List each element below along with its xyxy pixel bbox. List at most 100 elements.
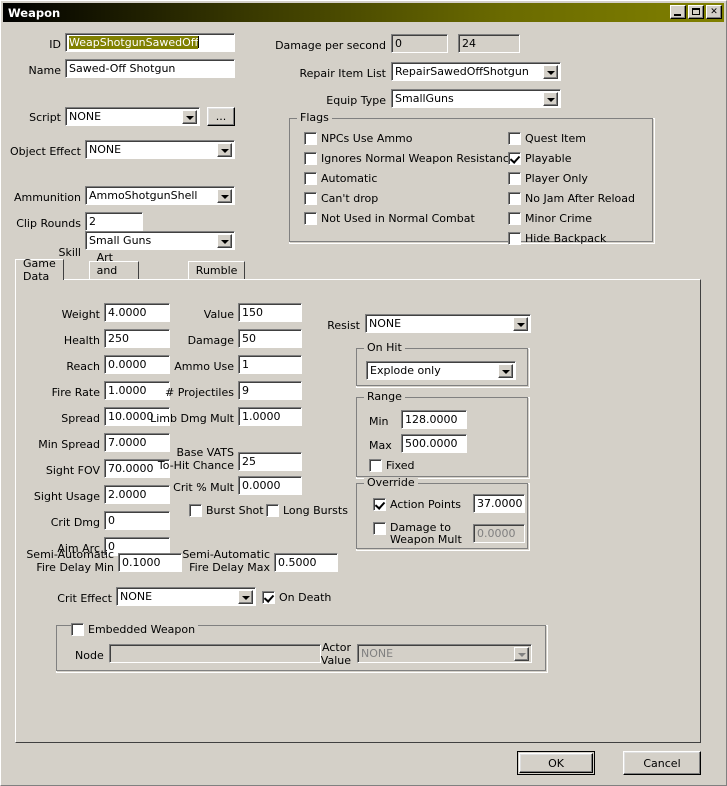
- sight-fov-label: Sight FOV: [45, 464, 100, 477]
- tab-rumble[interactable]: Rumble: [187, 261, 246, 279]
- range-fixed-label: Fixed: [386, 459, 415, 472]
- flags-group: Flags NPCs Use Ammo Ignores Normal Weapon…: [289, 112, 655, 245]
- checkbox-box: [508, 212, 521, 225]
- repair-item-list-dropdown[interactable]: RepairSawedOffShotgun: [391, 62, 561, 81]
- range-min-input[interactable]: 128.0000: [401, 410, 467, 429]
- chevron-down-icon[interactable]: [543, 92, 558, 106]
- burst-shot-checkbox[interactable]: Burst Shot: [189, 504, 264, 517]
- range-max-input[interactable]: 500.0000: [401, 434, 467, 453]
- tab-art-and-sound[interactable]: Art and Sound: [88, 251, 140, 290]
- flag-no-jam-after-reload[interactable]: No Jam After Reload: [508, 192, 635, 205]
- id-input[interactable]: WeapShotgunSawedOff: [65, 33, 235, 52]
- range-fixed-checkbox[interactable]: Fixed: [369, 459, 415, 472]
- object-effect-dropdown[interactable]: NONE: [85, 140, 235, 159]
- damage-to-weapon-mult-checkbox[interactable]: Damage to Weapon Mult: [373, 522, 478, 546]
- flag-npcs-use-ammo[interactable]: NPCs Use Ammo: [304, 132, 413, 145]
- checkbox-box: [71, 623, 84, 636]
- flag-not-used-in-normal-combat[interactable]: Not Used in Normal Combat: [304, 212, 475, 225]
- checkbox-label: No Jam After Reload: [525, 192, 635, 205]
- actor-value-label-line2: Value: [320, 654, 351, 667]
- name-input[interactable]: Sawed-Off Shotgun: [65, 59, 235, 78]
- on-hit-group: On Hit Explode only: [356, 342, 530, 388]
- checkbox-box: [189, 504, 202, 517]
- script-browse-button[interactable]: ...: [207, 107, 235, 126]
- on-death-checkbox[interactable]: On Death: [262, 591, 331, 604]
- resist-label: Resist: [327, 319, 360, 332]
- range-group-title: Range: [364, 391, 405, 403]
- checkbox-box: [508, 192, 521, 205]
- chevron-down-icon[interactable]: [543, 65, 558, 79]
- long-bursts-checkbox[interactable]: Long Bursts: [266, 504, 348, 517]
- ammo-use-input[interactable]: 1: [238, 355, 302, 374]
- on-hit-dropdown[interactable]: Explode only: [366, 361, 516, 380]
- script-dropdown[interactable]: NONE: [65, 107, 200, 126]
- flag-minor-crime[interactable]: Minor Crime: [508, 212, 592, 225]
- reach-label: Reach: [66, 360, 100, 373]
- semi-min-input[interactable]: 0.1000: [118, 553, 182, 572]
- crit-effect-label: Crit Effect: [57, 592, 112, 605]
- text-caret: [198, 36, 200, 48]
- checkbox-label: NPCs Use Ammo: [321, 132, 413, 145]
- chevron-down-icon[interactable]: [182, 110, 197, 124]
- id-input-value: WeapShotgunSawedOff: [69, 36, 199, 49]
- resist-dropdown[interactable]: NONE: [365, 314, 531, 333]
- ok-button[interactable]: OK: [517, 751, 595, 775]
- semi-max-input[interactable]: 0.5000: [274, 553, 338, 572]
- damage-per-second-value-2: 24: [458, 34, 520, 53]
- skill-dropdown[interactable]: Small Guns: [85, 231, 235, 250]
- chevron-down-icon[interactable]: [217, 143, 232, 157]
- burst-shot-label: Burst Shot: [206, 504, 264, 517]
- chevron-down-icon[interactable]: [513, 317, 528, 331]
- value-input[interactable]: 150: [238, 303, 302, 322]
- flag-automatic[interactable]: Automatic: [304, 172, 377, 185]
- action-points-checkbox[interactable]: Action Points: [373, 498, 461, 511]
- checkbox-label: Playable: [525, 152, 572, 165]
- tab-label: Game Data: [23, 257, 56, 283]
- embedded-weapon-checkbox[interactable]: Embedded Weapon: [71, 623, 195, 636]
- chevron-down-icon[interactable]: [498, 364, 513, 378]
- checkbox-box: [266, 504, 279, 517]
- ammunition-dropdown[interactable]: AmmoShotgunShell: [85, 186, 235, 205]
- title-bar[interactable]: Weapon ✕: [3, 3, 724, 22]
- cancel-button-label: Cancel: [643, 756, 681, 770]
- window-controls: ✕: [670, 5, 722, 19]
- ok-button-label: OK: [519, 753, 593, 773]
- projectiles-input[interactable]: 9: [238, 381, 302, 400]
- limb-dmg-mult-input[interactable]: 1.0000: [238, 407, 302, 426]
- actor-value-label-line1: Actor: [322, 641, 351, 654]
- minimize-button[interactable]: [670, 5, 686, 19]
- damage-input[interactable]: 50: [238, 329, 302, 348]
- flag-can-t-drop[interactable]: Can't drop: [304, 192, 378, 205]
- crit-mult-input[interactable]: 0.0000: [238, 476, 302, 495]
- flag-quest-item[interactable]: Quest Item: [508, 132, 586, 145]
- flag-playable[interactable]: Playable: [508, 152, 572, 165]
- damage-to-weapon-label-line2: Weapon Mult: [390, 533, 462, 546]
- range-group: Range Min 128.0000 Max 500.0000 Fixed: [356, 391, 530, 479]
- clip-rounds-label: Clip Rounds: [16, 217, 81, 230]
- base-vats-input[interactable]: 25: [238, 452, 302, 471]
- flag-hide-backpack[interactable]: Hide Backpack: [508, 232, 606, 245]
- close-button[interactable]: ✕: [706, 5, 722, 19]
- embedded-weapon-label: Embedded Weapon: [88, 623, 196, 636]
- checkbox-label: Hide Backpack: [525, 232, 607, 245]
- action-points-input[interactable]: 37.0000: [473, 494, 525, 513]
- tab-control: Game DataArt and SoundRumble Weight4.000…: [15, 251, 701, 743]
- chevron-down-icon[interactable]: [217, 234, 232, 248]
- crit-effect-dropdown[interactable]: NONE: [116, 587, 256, 606]
- flags-group-title: Flags: [297, 112, 332, 124]
- spread-label: Spread: [61, 412, 100, 425]
- flag-player-only[interactable]: Player Only: [508, 172, 588, 185]
- equip-type-dropdown[interactable]: SmallGuns: [391, 89, 561, 108]
- minimize-icon: [674, 14, 681, 16]
- flag-ignores-normal-weapon-resistance[interactable]: Ignores Normal Weapon Resistance: [304, 152, 516, 165]
- crit-dmg-input[interactable]: 0: [104, 511, 170, 530]
- embedded-weapon-group-title: Embedded Weapon: [71, 619, 199, 636]
- semi-max-label-line2: Fire Delay Max: [189, 561, 270, 574]
- cancel-button[interactable]: Cancel: [623, 751, 701, 775]
- tab-game-data[interactable]: Game Data: [15, 257, 64, 283]
- chevron-down-icon[interactable]: [217, 189, 232, 203]
- clip-rounds-input[interactable]: 2: [85, 212, 143, 231]
- maximize-button[interactable]: [688, 5, 704, 19]
- chevron-down-icon[interactable]: [238, 590, 253, 604]
- object-effect-value: NONE: [89, 143, 122, 156]
